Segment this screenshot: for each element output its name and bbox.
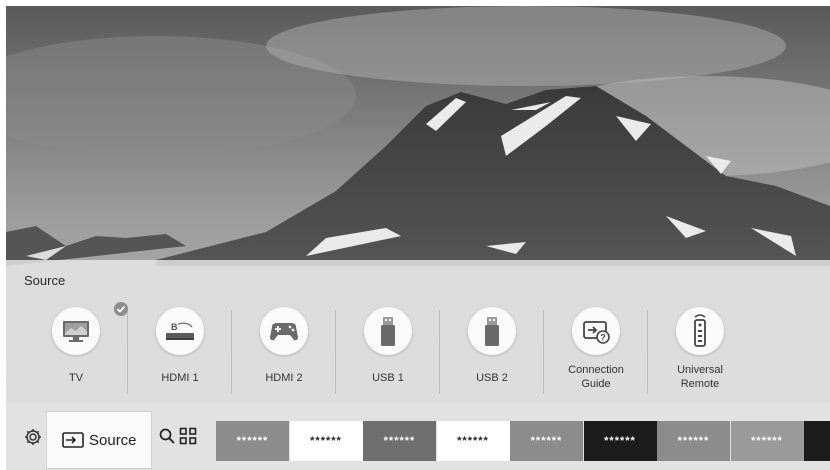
app-tile[interactable]: ****** [583, 421, 657, 461]
source-item-hdmi1[interactable]: B HDMI 1 [128, 307, 232, 399]
tv-frame: Source TV B HDMI 1 HDMI 2 USB 1 USB 2 ? … [0, 0, 830, 470]
connected-check-icon [114, 302, 128, 316]
app-tiles-row: ****** ****** ****** ****** ****** ****** ****… [216, 421, 830, 461]
source-button-label: Source [89, 432, 137, 449]
source-item-hdmi2[interactable]: HDMI 2 [232, 307, 336, 399]
smart-hub-bar: Source ****** ****** ****** ****** ****** ***… [6, 402, 830, 470]
source-item-tv[interactable]: TV [24, 302, 128, 399]
source-item-label: HDMI 2 [265, 372, 303, 384]
app-tile[interactable]: ****** [289, 421, 363, 461]
source-item-label: USB 2 [476, 372, 508, 384]
app-tile[interactable]: ****** [436, 421, 510, 461]
remote-control-icon [694, 314, 706, 347]
source-item-universal-remote[interactable]: Universal Remote [648, 307, 752, 399]
apps-grid-icon[interactable] [179, 427, 197, 445]
source-item-connection-guide[interactable]: ? Connection Guide [544, 307, 648, 399]
tv-screen: Source TV B HDMI 1 HDMI 2 USB 1 USB 2 ? … [6, 6, 830, 470]
search-icon[interactable] [158, 427, 176, 445]
source-item-icon-circle: ? [572, 307, 620, 355]
app-tile[interactable]: ****** [363, 421, 436, 461]
source-panel: Source TV B HDMI 1 HDMI 2 USB 1 USB 2 ? … [6, 260, 830, 402]
panel-title: Source [24, 273, 66, 288]
source-item-icon-circle [676, 307, 724, 355]
source-item-label: USB 1 [372, 372, 404, 384]
usb-drive-icon [485, 317, 499, 346]
source-item-icon-circle: B [156, 307, 204, 355]
app-tile[interactable]: ****** [730, 421, 804, 461]
game-console-icon [270, 323, 298, 341]
bluray-player-icon: B [166, 322, 194, 340]
svg-text:?: ? [600, 333, 606, 343]
gear-icon[interactable] [22, 426, 44, 448]
app-tile[interactable]: ****** [657, 421, 730, 461]
source-item-icon-circle [468, 307, 516, 355]
tv-icon [63, 321, 89, 342]
svg-text:B: B [171, 322, 178, 332]
source-item-label: HDMI 1 [161, 372, 199, 384]
source-item-icon-circle [52, 302, 128, 355]
usb-drive-icon [381, 317, 395, 346]
source-item-label: Universal Remote [677, 364, 723, 390]
connection-guide-icon: ? [583, 321, 610, 344]
source-item-label: TV [68, 372, 84, 384]
source-item-label: Connection Guide [568, 364, 624, 390]
app-tile[interactable]: ****** [216, 421, 289, 461]
source-input-icon [62, 432, 84, 448]
source-button[interactable]: Source [46, 411, 152, 469]
source-item-usb1[interactable]: USB 1 [336, 307, 440, 399]
source-item-icon-circle [260, 307, 308, 355]
source-item-usb2[interactable]: USB 2 [440, 307, 544, 399]
app-tile[interactable]: ** [804, 421, 830, 461]
app-tile[interactable]: ****** [510, 421, 583, 461]
source-item-icon-circle [364, 307, 412, 355]
